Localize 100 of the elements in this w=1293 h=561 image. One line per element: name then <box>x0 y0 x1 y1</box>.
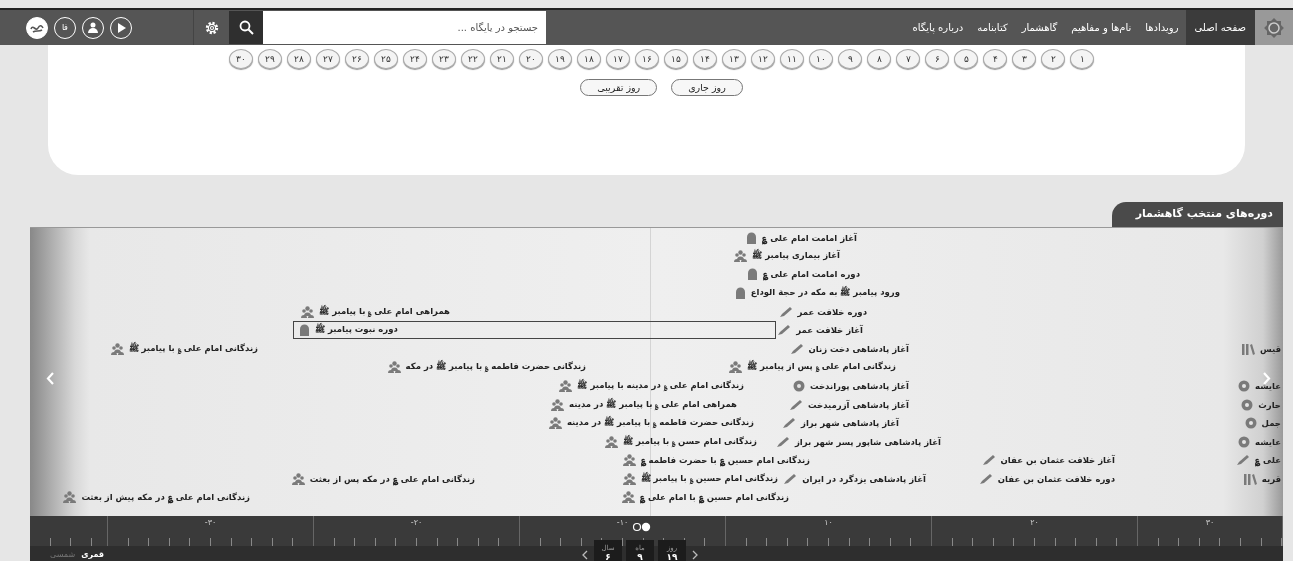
timeline-event[interactable]: دوره امامت امام علی ؏ <box>744 266 862 281</box>
pen-icon <box>978 472 993 485</box>
nav-link[interactable]: گاهشمار <box>1014 10 1065 45</box>
calendar-tab[interactable]: قمری <box>81 549 105 559</box>
day-button[interactable]: ۲۸ <box>287 49 311 69</box>
nav-link[interactable]: نام‌ها و مفاهیم <box>1064 10 1139 45</box>
timeline-event[interactable]: قریه <box>1240 471 1283 486</box>
timeline-event[interactable]: زندگانی امام حسین ؏ با پیامبر ﷺ <box>620 471 780 486</box>
timeline-event[interactable]: زندگانی امام حسین ؏ با امام علی ؏ <box>620 489 791 504</box>
timeline-event[interactable]: دوره خلافت عمر <box>776 304 869 319</box>
timeline-ruler[interactable]: ۳۰ ۲۰ ۱۰ ۱۰- ۲۰- ۳۰- <box>30 516 1283 546</box>
day-button[interactable]: ۸ <box>867 49 891 69</box>
day-button[interactable]: ۱۶ <box>635 49 659 69</box>
disc-icon <box>1241 398 1254 411</box>
search-button[interactable] <box>229 11 263 44</box>
day-button[interactable]: ۲۳ <box>432 49 456 69</box>
timeline-event[interactable]: آغاز پادشاهی یزدگرد در ایران <box>781 471 928 486</box>
day-button[interactable]: ۲۶ <box>345 49 369 69</box>
day-mode-button[interactable]: روز جاری <box>671 79 743 96</box>
disc-icon <box>792 379 805 392</box>
timeline-event[interactable]: زندگانی امام علی ؏ در مکه پیش از بعثت <box>61 489 252 504</box>
people-icon <box>559 379 573 392</box>
timeline-event[interactable]: همراهی امام علی ؏ با پیامبر ﷺ در مدینه <box>549 397 739 412</box>
search-field[interactable]: جستجو در پایگاه ... <box>263 11 546 44</box>
timeline-event[interactable]: آغاز پادشاهی شهر براز <box>780 415 901 430</box>
people-icon <box>301 305 315 318</box>
dome-icon <box>734 286 746 299</box>
disc-icon <box>1238 379 1250 392</box>
timeline-event[interactable]: ورود پیامبر ﷺ به مکه در حجة الوداع <box>732 285 902 300</box>
timeline-event[interactable]: زندگانی امام علی ؏ در مکه پس از بعثت <box>289 471 477 486</box>
dome-icon <box>746 267 758 280</box>
ruler-label: ۲۰ <box>1030 518 1039 529</box>
timeline-event[interactable]: آغاز امامت امام علی ؏ <box>744 230 859 245</box>
pen-icon <box>775 435 790 448</box>
timeline-event[interactable]: زندگانی امام حسن ؏ با پیامبر ﷺ <box>603 434 759 449</box>
day-button[interactable]: ۱۰ <box>809 49 833 69</box>
timeline-event[interactable]: همراهی امام علی ؏ با پیامبر ﷺ <box>299 304 452 319</box>
timeline-event[interactable]: زندگانی امام علی ؏ با پیامبر ﷺ <box>108 341 260 356</box>
timeline-event[interactable]: علی ؏ <box>1234 452 1283 467</box>
day-button[interactable]: ۱۹ <box>548 49 572 69</box>
timeline-event[interactable]: دوره خلافت عثمان بن عفان <box>976 471 1117 486</box>
pen-icon <box>789 342 804 355</box>
day-button[interactable]: ۲۱ <box>490 49 514 69</box>
timeline-event[interactable]: زندگانی امام علی ؏ در مدینه با پیامبر ﷺ <box>557 378 746 393</box>
ruler-label: ۳۰ <box>1205 518 1215 529</box>
day-button[interactable]: ۷ <box>896 49 920 69</box>
day-button[interactable]: ۶ <box>925 49 949 69</box>
pen-icon <box>783 472 798 485</box>
timeline-event[interactable]: آغاز خلافت عثمان بن عفان <box>979 452 1117 467</box>
timeline-event[interactable]: قیس <box>1238 341 1283 356</box>
timeline-event[interactable]: آغاز پادشاهی شاپور پسر شهر براز <box>773 434 943 449</box>
day-button[interactable]: ۲۴ <box>403 49 427 69</box>
timeline-event[interactable]: دوره نبوت پیامبر ﷺ <box>293 321 776 339</box>
day-button[interactable]: ۲۹ <box>258 49 282 69</box>
day-button[interactable]: ۲ <box>1041 49 1065 69</box>
star-logo-icon[interactable] <box>1255 10 1293 45</box>
day-button[interactable]: ۱۵ <box>664 49 688 69</box>
nav-link[interactable]: رویدادها <box>1138 10 1186 45</box>
day-button[interactable]: ۲۵ <box>374 49 398 69</box>
day-button[interactable]: ۱۷ <box>606 49 630 69</box>
day-button[interactable]: ۱ <box>1070 49 1094 69</box>
nav-link[interactable]: درباره پایگاه <box>905 10 971 45</box>
timeline-event[interactable]: عایشه <box>1236 378 1283 393</box>
chevron-right-icon[interactable] <box>690 550 700 560</box>
timeline-event[interactable]: زندگانی امام علی ؏ پس از پیامبر ﷺ <box>727 359 898 374</box>
nav-link[interactable]: کتابنامه <box>970 10 1015 45</box>
pen-icon <box>981 453 996 466</box>
day-button[interactable]: ۵ <box>954 49 978 69</box>
day-button[interactable]: ۱۴ <box>693 49 717 69</box>
timeline-event[interactable]: جمل <box>1242 415 1283 430</box>
day-button[interactable]: ۲۲ <box>461 49 485 69</box>
day-button[interactable]: ۱۱ <box>780 49 804 69</box>
ruler-label: ۱۰- <box>616 518 629 529</box>
day-button[interactable]: ۲۷ <box>316 49 340 69</box>
day-button[interactable]: ۳۰ <box>229 49 253 69</box>
day-button[interactable]: ۱۳ <box>722 49 746 69</box>
pen-icon <box>778 305 793 318</box>
people-icon <box>622 453 636 466</box>
timeline-event[interactable]: زندگانی حضرت فاطمه ؏ با پیامبر ﷺ در مکه <box>385 359 588 374</box>
timeline-event[interactable]: عایشه <box>1236 434 1283 449</box>
timeline-event[interactable]: آغاز بیماری پیامبر ﷺ <box>732 248 842 263</box>
chevron-left-icon[interactable] <box>580 550 590 560</box>
timeline-event[interactable]: زندگانی امام حسین ؏ با حضرت فاطمه ؏ <box>620 452 812 467</box>
timeline-event[interactable]: زندگانی حضرت فاطمه ؏ با پیامبر ﷺ در مدینه <box>546 415 756 430</box>
day-button[interactable]: ۲۰ <box>519 49 543 69</box>
timeline-event[interactable]: آغاز پادشاهی پوراندخت <box>790 378 911 393</box>
day-button[interactable]: ۳ <box>1012 49 1036 69</box>
day-mode-button[interactable]: روز تقریبی <box>580 79 658 96</box>
timeline-event[interactable]: آغاز پادشاهی آزرمیدخت <box>787 397 911 412</box>
day-button[interactable]: ۱۲ <box>751 49 775 69</box>
timeline-event[interactable]: آغاز پادشاهی دخت زنان <box>787 341 911 356</box>
timeline-event[interactable]: حارث <box>1239 397 1283 412</box>
logo-icon[interactable] <box>26 16 48 39</box>
nav-link[interactable]: صفحه اصلی <box>1185 10 1255 45</box>
people-icon <box>729 360 742 373</box>
day-button[interactable]: ۱۸ <box>577 49 601 69</box>
people-icon <box>551 398 565 411</box>
day-button[interactable]: ۴ <box>983 49 1007 69</box>
timeline-event[interactable]: آغاز خلافت عمر <box>775 322 865 337</box>
day-button[interactable]: ۹ <box>838 49 862 69</box>
